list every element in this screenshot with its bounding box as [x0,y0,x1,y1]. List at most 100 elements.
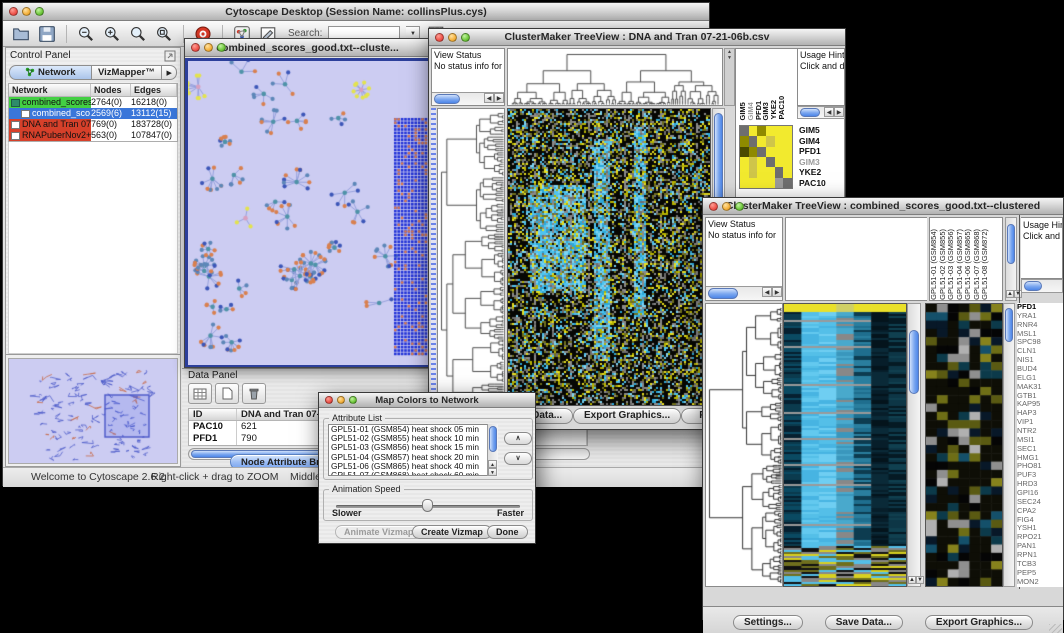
minimize-button[interactable] [448,33,457,42]
zoom-heatmap[interactable] [926,304,1002,586]
list-vscrollbar[interactable]: ▲▼ [487,424,498,476]
zoom-vscrollbar[interactable] [1003,303,1015,587]
zoom-button[interactable] [461,33,470,42]
save-icon[interactable] [37,24,57,44]
scroll-thumb[interactable] [1005,308,1013,342]
treeview2-titlebar[interactable]: ClusterMaker TreeView : combined_scores_… [703,198,1063,215]
attribute-listbox[interactable]: GPL51-01 (GSM854) heat shock 05 minGPL51… [328,424,498,476]
network-view-titlebar[interactable]: combined_scores_good.txt--cluste... [185,39,430,57]
zoom-actual-icon[interactable] [128,24,148,44]
minimize-button[interactable] [337,396,345,404]
matrix-row-label[interactable]: GIM5 [799,125,843,136]
similarity-matrix[interactable] [739,125,793,189]
close-button[interactable] [435,33,444,42]
matrix-row-label[interactable]: GIM3 [799,157,843,168]
float-panel-icon[interactable] [164,50,176,62]
scroll-up-icon[interactable]: ▲ [1006,290,1014,298]
usage-hints-hscrollbar[interactable]: ◀▶ [797,106,845,119]
speed-slider-thumb[interactable] [422,499,433,512]
scroll-left-icon[interactable]: ◀ [484,93,494,103]
left-scroll-strip[interactable] [431,108,436,406]
row-dendrogram[interactable] [438,109,504,405]
tab-vizmapper[interactable]: VizMapper™ [92,65,163,80]
zoom-button[interactable] [349,396,357,404]
scroll-left-icon[interactable]: ◀ [824,107,834,117]
network-canvas[interactable] [188,61,429,365]
network-table-row[interactable]: combined_scores 2764(0) 16218(0) [9,97,177,108]
scroll-right-icon[interactable]: ▶ [834,107,844,117]
save-data-button[interactable]: Save Data... [825,615,903,630]
close-button[interactable] [191,43,200,52]
scroll-thumb[interactable] [909,330,919,394]
column-dendrogram-panel[interactable] [785,217,927,301]
row-dendrogram[interactable] [706,304,782,586]
zoom-in-icon[interactable] [102,24,122,44]
done-button[interactable]: Done [487,525,528,539]
col-edges: Edges [131,84,177,96]
control-panel-tabs: Network VizMapper™ ▶ [6,63,180,81]
delete-attribute-icon[interactable] [242,383,266,404]
minimize-button[interactable] [22,7,31,16]
move-down-button[interactable]: ∨ [504,452,532,465]
create-vizmap-button[interactable]: Create Vizmap [412,525,492,539]
network-canvas-frame [185,58,430,367]
scroll-thumb[interactable] [489,426,497,452]
usage-hints-box: Usage Hints Click and drag t [1021,217,1063,279]
scroll-thumb[interactable] [1007,224,1015,264]
settings-button[interactable]: Settings... [733,615,803,630]
main-titlebar[interactable]: Cytoscape Desktop (Session Name: collins… [3,3,709,21]
export-graphics-button[interactable]: Export Graphics... [925,615,1033,630]
tab-network[interactable]: Network [9,65,92,80]
select-attributes-icon[interactable] [188,383,212,404]
tab-overflow-icon[interactable]: ▶ [162,65,177,80]
scroll-thumb[interactable] [434,94,460,104]
zoom-button[interactable] [217,43,226,52]
usage-hints-hscrollbar[interactable] [1021,279,1063,293]
minimize-button[interactable] [722,202,731,211]
heatmap-vscrollbar[interactable]: ▲▼ [907,303,921,587]
export-graphics-button[interactable]: Export Graphics... [573,408,681,424]
gene-label[interactable]: MON2 [1017,578,1063,587]
matrix-row-label[interactable]: YKE2 [799,167,843,178]
new-attribute-icon[interactable] [215,383,239,404]
matrix-row-label[interactable]: PFD1 [799,146,843,157]
move-up-button[interactable]: ∧ [504,432,532,445]
animate-vizmap-button[interactable]: Animate Vizmap [335,525,422,539]
scroll-left-icon[interactable]: ◀ [762,287,772,297]
zoom-out-icon[interactable] [76,24,96,44]
zoom-button[interactable] [35,7,44,16]
scroll-thumb[interactable] [708,288,738,299]
close-button[interactable] [325,396,333,404]
labels-vscrollbar[interactable]: ▲▼ [1005,217,1017,301]
dialog-titlebar[interactable]: Map Colors to Network [319,393,535,408]
matrix-row-label[interactable]: PAC10 [799,178,843,189]
scroll-down-icon[interactable]: ▼ [488,468,497,476]
network-overview-thumbnail[interactable] [8,358,178,464]
scroll-right-icon[interactable]: ▶ [772,287,782,297]
view-status-hscrollbar[interactable]: ◀▶ [706,286,782,300]
close-button[interactable] [709,202,718,211]
attribute-list-item[interactable]: GPL51-07 (GSM868) heat shock 60 min [329,471,497,476]
expression-heatmap[interactable] [784,304,906,586]
scroll-down-icon[interactable]: ▼ [916,576,924,584]
scroll-right-icon[interactable]: ▶ [494,93,504,103]
scroll-thumb[interactable] [1024,281,1042,291]
minimize-button[interactable] [204,43,213,52]
view-status-hscrollbar[interactable]: ◀▶ [432,92,504,105]
zoom-button[interactable] [735,202,744,211]
matrix-row-label[interactable]: GIM4 [799,136,843,147]
open-file-icon[interactable] [11,24,31,44]
column-dendrogram[interactable] [508,49,722,105]
scroll-thumb[interactable] [800,108,820,117]
network-table-row[interactable]: DNA and Tran 07 769(0) 183728(0) [9,119,177,130]
network-table-row[interactable]: RNAPuberNov2+ 563(0) 107847(0) [9,130,177,141]
heatmap-canvas[interactable] [508,109,710,405]
scroll-up-icon[interactable]: ▲ [488,460,497,468]
zoom-fit-icon[interactable] [154,24,174,44]
scroll-down-icon[interactable]: ▼ [725,55,734,61]
resize-grip[interactable] [1049,624,1062,633]
close-button[interactable] [9,7,18,16]
network-table-row[interactable]: combined_sco 2569(6) 13112(15) [9,108,177,119]
treeview1-titlebar[interactable]: ClusterMaker TreeView : DNA and Tran 07-… [429,29,845,46]
scroll-up-icon[interactable]: ▲ [908,576,916,584]
